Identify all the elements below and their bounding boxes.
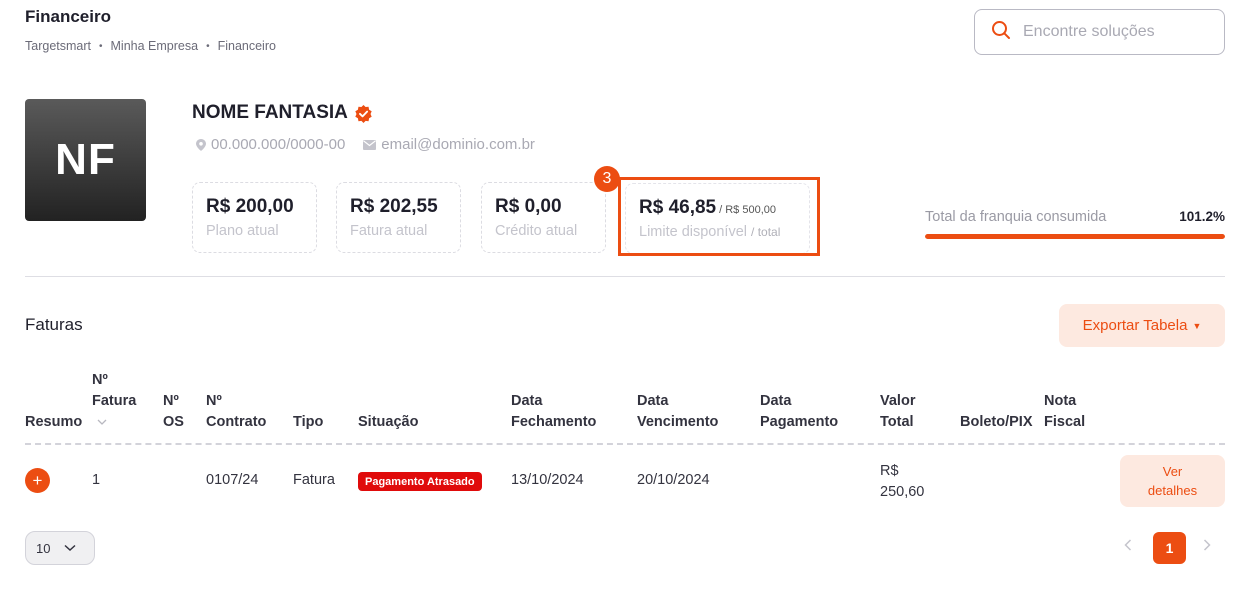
breadcrumb-separator: • <box>206 40 210 52</box>
franquia-label: Total da franquia consumida <box>925 209 1107 225</box>
plus-icon: + <box>32 470 43 490</box>
franquia-progress-fill <box>925 234 1225 239</box>
sort-chevron-icon[interactable] <box>92 412 136 433</box>
col-contrato-line1: Nº <box>206 393 222 409</box>
chevron-down-icon <box>64 544 76 552</box>
col-data-vencimento: Data Vencimento <box>637 391 718 433</box>
col-resumo: Resumo <box>25 414 83 430</box>
col-contrato: Nº Contrato <box>206 391 266 433</box>
card-value: R$ 202,55 <box>350 196 438 217</box>
expand-row-button[interactable]: + <box>25 468 50 493</box>
col-valor-line1: Valor <box>880 393 916 409</box>
franquia-percent: 101.2% <box>1179 209 1225 224</box>
card-label: Fatura atual <box>350 223 428 239</box>
col-os-line2: OS <box>163 414 184 430</box>
page-title: Financeiro <box>25 7 111 26</box>
col-os-line1: Nº <box>163 393 179 409</box>
col-fechamento-line2: Fechamento <box>511 414 597 430</box>
card-label: Crédito atual <box>495 223 578 239</box>
col-data-pagamento: Data Pagamento <box>760 391 838 433</box>
cnpj-item: 00.000.000/0000-00 <box>196 136 345 153</box>
caret-down-icon: ▼ <box>1192 320 1202 331</box>
chevron-left-icon <box>1124 539 1132 551</box>
cell-data-fechamento: 13/10/2024 <box>511 472 584 488</box>
step-marker: 3 <box>594 166 620 192</box>
pagination-page-current[interactable]: 1 <box>1153 532 1186 564</box>
col-data-fechamento: Data Fechamento <box>511 391 596 433</box>
pagination-next-button[interactable] <box>1203 538 1211 556</box>
card-value: R$ 0,00 <box>495 196 562 217</box>
col-contrato-line2: Contrato <box>206 414 267 430</box>
search-box[interactable] <box>974 9 1225 55</box>
page-size-value: 10 <box>36 540 51 556</box>
card-plano-atual: R$ 200,00 Plano atual <box>192 182 317 253</box>
col-pagamento-line1: Data <box>760 393 792 409</box>
franquia-progress-bar <box>925 234 1225 239</box>
cell-contrato: 0107/24 <box>206 472 259 488</box>
col-valor-total: Valor Total <box>880 391 915 433</box>
breadcrumb-separator: • <box>99 40 103 52</box>
card-credito-atual: R$ 0,00 Crédito atual <box>481 182 606 253</box>
col-tipo: Tipo <box>293 414 324 430</box>
col-nota-line1: Nota <box>1044 393 1077 409</box>
chevron-right-icon <box>1203 539 1211 551</box>
table-header-divider <box>25 443 1225 445</box>
col-os: Nº OS <box>163 391 184 433</box>
card-label: Plano atual <box>206 223 279 239</box>
highlight-box <box>618 177 820 256</box>
card-fatura-atual: R$ 202,55 Fatura atual <box>336 182 461 253</box>
status-badge: Pagamento Atrasado <box>358 472 482 491</box>
cell-valor-total: R$ 250,60 <box>880 461 924 503</box>
faturas-title: Faturas <box>25 315 83 334</box>
search-icon <box>991 20 1011 45</box>
email-item: email@dominio.com.br <box>363 136 535 153</box>
export-table-label: Exportar Tabela <box>1082 317 1188 334</box>
section-divider <box>25 276 1225 277</box>
breadcrumb-item-minha-empresa[interactable]: Minha Empresa <box>111 39 199 53</box>
col-boleto-pix: Boleto/PIX <box>960 414 1033 430</box>
col-situacao: Situação <box>358 414 419 430</box>
page-size-select[interactable]: 10 <box>25 531 95 565</box>
breadcrumb: Targetsmart • Minha Empresa • Financeiro <box>25 39 276 53</box>
ver-detalhes-button[interactable]: Ver detalhes <box>1120 455 1225 507</box>
ver-detalhes-line1: Ver <box>1162 464 1183 479</box>
company-meta: 00.000.000/0000-00 email@dominio.com.br <box>196 136 553 153</box>
col-fechamento-line1: Data <box>511 393 543 409</box>
cell-valor-line2: 250,60 <box>880 484 925 500</box>
cnpj-text: 00.000.000/0000-00 <box>211 136 346 153</box>
breadcrumb-item-financeiro: Financeiro <box>217 39 276 53</box>
email-text: email@dominio.com.br <box>381 136 535 153</box>
col-vencimento-line2: Vencimento <box>637 414 719 430</box>
company-avatar: NF <box>25 99 146 221</box>
mail-icon <box>363 139 377 150</box>
col-pagamento-line2: Pagamento <box>760 414 839 430</box>
company-name: NOME FANTASIA <box>192 102 373 124</box>
ver-detalhes-line2: detalhes <box>1147 483 1198 498</box>
breadcrumb-item-targetsmart[interactable]: Targetsmart <box>25 39 91 53</box>
company-name-text: NOME FANTASIA <box>192 102 348 123</box>
col-valor-line2: Total <box>880 414 914 430</box>
cell-fatura: 1 <box>92 472 101 488</box>
col-nfatura-line2: Fatura <box>92 393 137 409</box>
verified-badge-icon <box>355 104 372 123</box>
export-table-button[interactable]: Exportar Tabela ▼ <box>1059 304 1225 347</box>
pagination-prev-button[interactable] <box>1124 538 1132 556</box>
search-input[interactable] <box>1023 23 1213 41</box>
col-nota-line2: Fiscal <box>1044 414 1086 430</box>
col-nfatura-line1: Nº <box>92 372 108 388</box>
col-nota-fiscal: Nota Fiscal <box>1044 391 1085 433</box>
card-value: R$ 200,00 <box>206 196 294 217</box>
cell-valor-line1: R$ <box>880 463 899 479</box>
location-pin-icon <box>196 138 206 151</box>
col-nfatura[interactable]: Nº Fatura <box>92 370 136 433</box>
col-vencimento-line1: Data <box>637 393 669 409</box>
cell-tipo: Fatura <box>293 472 335 488</box>
cell-data-vencimento: 20/10/2024 <box>637 472 710 488</box>
